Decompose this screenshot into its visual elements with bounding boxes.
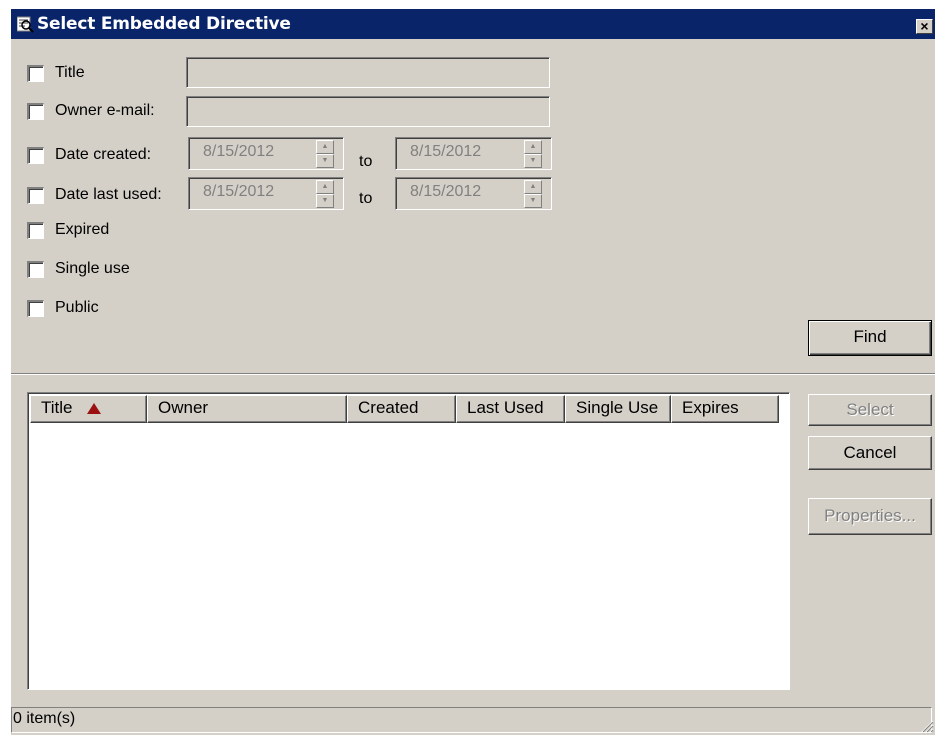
single-use-checkbox[interactable] <box>27 261 44 278</box>
date-last-used-to-value: 8/15/2012 <box>410 183 482 200</box>
spin-down-icon[interactable]: ▼ <box>524 154 542 168</box>
column-header-last-used[interactable]: Last Used <box>456 395 565 423</box>
title-input[interactable] <box>186 57 550 88</box>
date-created-checkbox[interactable] <box>27 147 44 164</box>
resize-grip-icon[interactable] <box>920 719 934 733</box>
date-created-from-picker[interactable]: 8/15/2012 ▲ ▼ <box>188 137 344 170</box>
column-header-owner[interactable]: Owner <box>147 395 347 423</box>
status-bar: 0 item(s) <box>11 705 935 735</box>
column-header-title-label: Title <box>41 398 73 417</box>
cancel-button[interactable]: Cancel <box>808 436 932 470</box>
spin-up-icon[interactable]: ▲ <box>524 180 542 194</box>
date-created-to-label: to <box>359 153 373 170</box>
single-use-label: Single use <box>55 260 130 277</box>
column-header-expires-label: Expires <box>682 398 739 417</box>
spin-down-icon[interactable]: ▼ <box>316 194 334 208</box>
column-header-created[interactable]: Created <box>347 395 456 423</box>
column-header-single-use[interactable]: Single Use <box>565 395 671 423</box>
sort-ascending-icon <box>86 403 101 414</box>
date-last-used-to-label: to <box>359 190 373 207</box>
date-created-label: Date created: <box>55 146 152 163</box>
date-last-used-checkbox[interactable] <box>27 187 44 204</box>
item-count: 0 item(s) <box>13 710 76 727</box>
status-panel: 0 item(s) <box>11 707 932 733</box>
spin-down-icon[interactable]: ▼ <box>316 154 334 168</box>
date-last-used-to-picker[interactable]: 8/15/2012 ▲ ▼ <box>395 177 552 210</box>
separator <box>11 373 935 375</box>
column-header-last-used-label: Last Used <box>467 398 544 417</box>
title-label: Title <box>55 64 85 81</box>
spin-down-icon[interactable]: ▼ <box>524 194 542 208</box>
find-button[interactable]: Find <box>808 320 932 356</box>
owner-email-input[interactable] <box>186 96 550 127</box>
title-bar[interactable]: Select Embedded Directive × <box>11 9 935 39</box>
column-header-expires[interactable]: Expires <box>671 395 779 423</box>
date-created-to-picker[interactable]: 8/15/2012 ▲ ▼ <box>395 137 552 170</box>
select-embedded-directive-dialog: Select Embedded Directive × Title Owner … <box>10 8 935 735</box>
owner-email-checkbox[interactable] <box>27 103 44 120</box>
date-created-from-value: 8/15/2012 <box>203 143 275 160</box>
close-icon: × <box>920 18 929 34</box>
spin-up-icon[interactable]: ▲ <box>524 140 542 154</box>
directive-list[interactable]: Title Owner Created Last Used Single Use… <box>27 392 790 690</box>
close-button[interactable]: × <box>916 19 933 34</box>
column-header-title[interactable]: Title <box>30 395 147 423</box>
column-header-single-use-label: Single Use <box>576 398 659 417</box>
owner-email-label: Owner e-mail: <box>55 102 155 119</box>
public-label: Public <box>55 299 99 316</box>
properties-button[interactable]: Properties... <box>808 498 932 535</box>
column-header-owner-label: Owner <box>158 398 209 417</box>
select-button[interactable]: Select <box>808 394 932 426</box>
date-last-used-from-picker[interactable]: 8/15/2012 ▲ ▼ <box>188 177 344 210</box>
title-checkbox[interactable] <box>27 65 44 82</box>
date-last-used-label: Date last used: <box>55 186 162 203</box>
search-directive-icon <box>16 16 34 33</box>
spin-up-icon[interactable]: ▲ <box>316 140 334 154</box>
spin-up-icon[interactable]: ▲ <box>316 180 334 194</box>
date-last-used-from-value: 8/15/2012 <box>203 183 275 200</box>
expired-checkbox[interactable] <box>27 222 44 239</box>
expired-label: Expired <box>55 221 110 238</box>
public-checkbox[interactable] <box>27 300 44 317</box>
column-header-created-label: Created <box>358 398 419 417</box>
date-created-to-value: 8/15/2012 <box>410 143 482 160</box>
window-title: Select Embedded Directive <box>37 14 291 34</box>
